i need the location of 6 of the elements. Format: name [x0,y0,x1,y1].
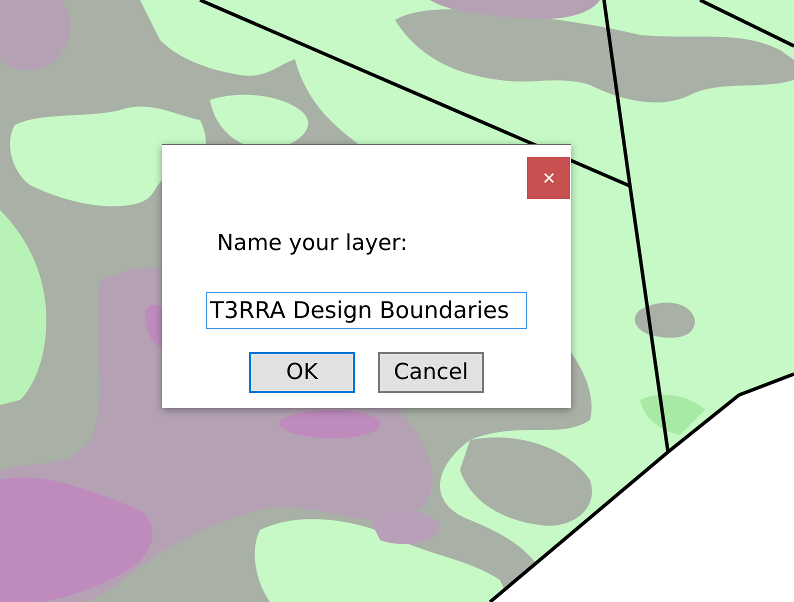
close-button[interactable] [527,157,570,199]
prompt-label: Name your layer: [217,230,408,258]
dialog-button[interactable]: Cancel [378,352,484,393]
layer-name-field[interactable]: T3RRA Design Boundaries [206,292,527,329]
close-icon [544,173,554,183]
dialog-button[interactable]: OK [249,352,355,393]
